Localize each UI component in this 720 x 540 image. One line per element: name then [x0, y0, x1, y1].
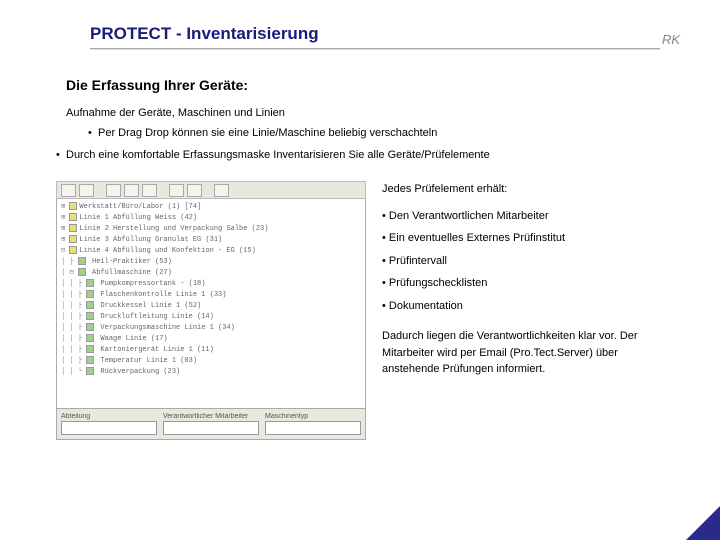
list-item: Dokumentation: [382, 298, 660, 315]
toolbar-button[interactable]: [214, 184, 229, 197]
intro-text: Aufnahme der Geräte, Maschinen und Linie…: [66, 107, 660, 119]
list-item: Prüfintervall: [382, 253, 660, 270]
toolbar-button[interactable]: [106, 184, 121, 197]
sub-bullet: •Per Drag Drop können sie eine Linie/Mas…: [88, 127, 660, 139]
form-input[interactable]: [61, 421, 157, 435]
tree-row[interactable]: │ │ ├ Druckluftleitung Linie (14): [61, 312, 361, 323]
list-item: Ein eventuelles Externes Prüfinstitut: [382, 230, 660, 247]
tree-row[interactable]: ⊞ Linie 2 Herstellung und Verpackung Sal…: [61, 224, 361, 235]
corner-decoration: [686, 506, 720, 540]
sub-bullet-text: Per Drag Drop können sie eine Linie/Masc…: [98, 127, 437, 139]
tree-row[interactable]: │ │ ├ Pumpkompressortank - (18): [61, 279, 361, 290]
subtitle: Die Erfassung Ihrer Geräte:: [66, 77, 660, 93]
main-bullet-text: Durch eine komfortable Erfassungsmaske I…: [66, 149, 490, 161]
app-screenshot: ⊞ Werkstatt/Büro/Labor (1) [74] ⊞ Linie …: [56, 181, 366, 440]
toolbar-button[interactable]: [187, 184, 202, 197]
tree-row[interactable]: ⊞ Werkstatt/Büro/Labor (1) [74]: [61, 202, 361, 213]
form-panel: Abteilung Verantwortlicher Mitarbeiter M…: [56, 409, 366, 440]
toolbar-button[interactable]: [124, 184, 139, 197]
toolbar-button[interactable]: [79, 184, 94, 197]
form-input[interactable]: [265, 421, 361, 435]
right-footer: Dadurch liegen die Verantwortlichkeiten …: [382, 328, 660, 378]
toolbar: [56, 181, 366, 199]
right-heading: Jedes Prüfelement erhält:: [382, 181, 660, 198]
tree-row[interactable]: │ │ ├ Kartoniergerät Linie 1 (11): [61, 345, 361, 356]
tree-row[interactable]: │ │ ├ Temperatur Linie 1 (03): [61, 356, 361, 367]
tree-row[interactable]: │ │ └ Rückverpackung (23): [61, 367, 361, 378]
form-label: Maschinentyp: [265, 413, 361, 420]
tree-row[interactable]: ⊞ Linie 3 Abfüllung Granulat EG (31): [61, 235, 361, 246]
list-item: Prüfungschecklisten: [382, 275, 660, 292]
form-label: Verantwortlicher Mitarbeiter: [163, 413, 259, 420]
tree-row[interactable]: │ │ ├ Druckkessel Linie 1 (52): [61, 301, 361, 312]
tree-row[interactable]: ⊞ Linie 1 Abfüllung Weiss (42): [61, 213, 361, 224]
form-label: Abteilung: [61, 413, 157, 420]
right-list: Den Verantwortlichen Mitarbeiter Ein eve…: [382, 208, 660, 315]
logo: RK: [662, 32, 680, 47]
toolbar-button[interactable]: [169, 184, 184, 197]
list-item: Den Verantwortlichen Mitarbeiter: [382, 208, 660, 225]
tree-row[interactable]: │ ├ Heil-Praktiker (53): [61, 257, 361, 268]
tree-row[interactable]: ⊟ Linie 4 Abfüllung und Konfektion - EG …: [61, 246, 361, 257]
tree-row[interactable]: │ │ ├ Waage Linie (17): [61, 334, 361, 345]
right-column: Jedes Prüfelement erhält: Den Verantwort…: [382, 181, 660, 440]
toolbar-button[interactable]: [142, 184, 157, 197]
toolbar-button[interactable]: [61, 184, 76, 197]
page-title: PROTECT - Inventarisierung: [90, 24, 660, 44]
tree-pane[interactable]: ⊞ Werkstatt/Büro/Labor (1) [74] ⊞ Linie …: [56, 199, 366, 409]
tree-row[interactable]: │ ⊟ Abfüllmaschine (27): [61, 268, 361, 279]
title-underline: [90, 48, 660, 49]
tree-row[interactable]: │ │ ├ Flaschenkontrolle Linie 1 (33): [61, 290, 361, 301]
form-input[interactable]: [163, 421, 259, 435]
main-bullet: •Durch eine komfortable Erfassungsmaske …: [56, 149, 660, 161]
tree-row[interactable]: │ │ ├ Verpackungsmaschine Linie 1 (34): [61, 323, 361, 334]
